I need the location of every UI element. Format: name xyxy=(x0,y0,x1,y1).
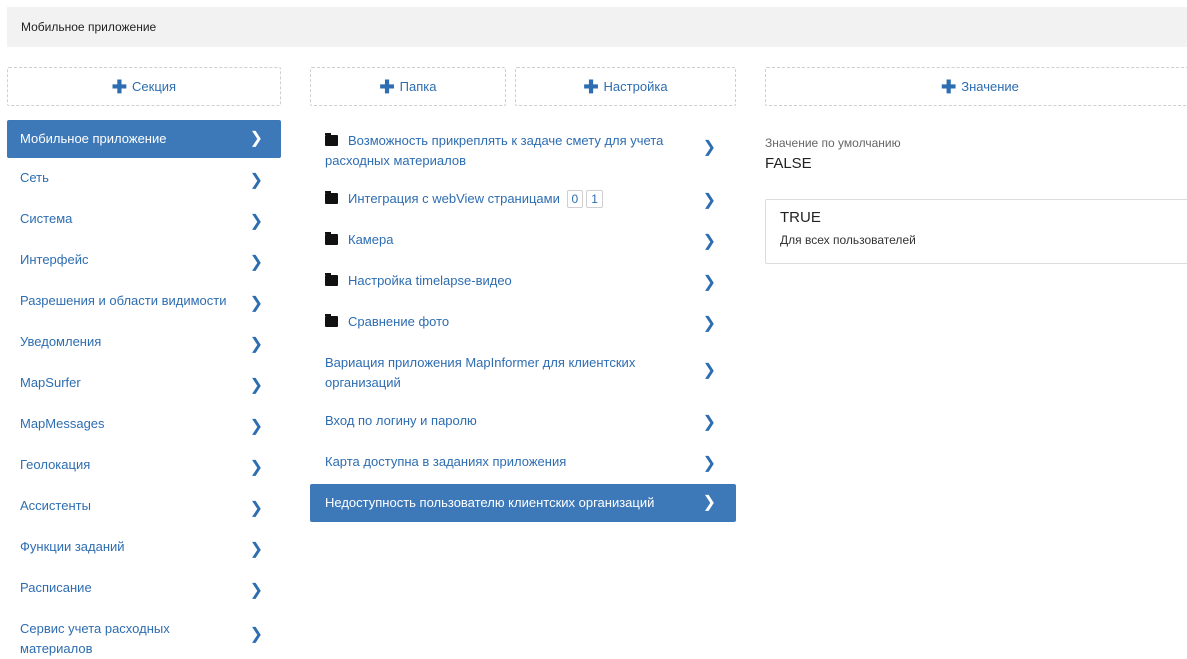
section-item[interactable]: Функции заданий ❯ xyxy=(7,527,281,568)
chevron-right-icon: ❯ xyxy=(249,376,263,394)
value-text: TRUE xyxy=(780,209,821,226)
add-folder-button[interactable]: ✚ Папка xyxy=(310,67,506,106)
folder-icon xyxy=(325,314,338,327)
setting-label: Недоступность пользователю клиентских ор… xyxy=(325,495,655,510)
chevron-right-icon: ❯ xyxy=(702,191,716,209)
folder-icon xyxy=(325,191,338,204)
section-label: Геолокация xyxy=(20,457,91,472)
chevron-right-icon: ❯ xyxy=(249,499,263,517)
settings-list: Возможность прикреплять к задаче смету д… xyxy=(310,120,736,522)
section-item[interactable]: Система ❯ xyxy=(7,199,281,240)
folder-item[interactable]: Настройка timelapse-видео ❯ xyxy=(310,262,736,303)
section-label: Интерфейс xyxy=(20,252,89,267)
section-item[interactable]: Мобильное приложение ❯ xyxy=(7,120,281,158)
add-section-label: Секция xyxy=(132,79,177,94)
folder-label: Настройка timelapse-видео xyxy=(348,273,512,288)
count-badge: 0 xyxy=(566,190,584,208)
add-value-label: Значение xyxy=(961,79,1019,94)
plus-icon: ✚ xyxy=(941,76,957,97)
folder-item[interactable]: Возможность прикреплять к задаче смету д… xyxy=(310,120,736,180)
section-label: MapSurfer xyxy=(20,375,81,390)
chevron-right-icon: ❯ xyxy=(702,362,716,379)
chevron-right-icon: ❯ xyxy=(249,294,263,312)
default-value-label: Значение по умолчанию xyxy=(765,136,901,150)
folder-item[interactable]: Сравнение фото ❯ xyxy=(310,303,736,344)
chevron-right-icon: ❯ xyxy=(249,417,263,435)
chevron-right-icon: ❯ xyxy=(702,314,716,332)
chevron-right-icon: ❯ xyxy=(249,458,263,476)
section-label: Сервис учета расходных материалов xyxy=(20,621,170,656)
setting-item[interactable]: Вариация приложения MapInformer для клие… xyxy=(310,344,736,402)
chevron-right-icon: ❯ xyxy=(702,273,716,291)
breadcrumb-title: Мобильное приложение xyxy=(21,20,157,34)
sections-list: Мобильное приложение ❯ Сеть ❯ Система ❯ … xyxy=(7,120,281,659)
folder-label: Камера xyxy=(348,232,394,247)
section-label: Система xyxy=(20,211,73,226)
value-scope: Для всех пользователей xyxy=(780,233,916,247)
chevron-right-icon: ❯ xyxy=(249,626,263,643)
plus-icon: ✚ xyxy=(379,76,395,97)
chevron-right-icon: ❯ xyxy=(702,454,716,472)
section-label: Функции заданий xyxy=(20,539,125,554)
folder-label: Сравнение фото xyxy=(348,314,450,329)
setting-item[interactable]: Вход по логину и паролю ❯ xyxy=(310,402,736,443)
chevron-right-icon: ❯ xyxy=(249,335,263,353)
count-badge: 1 xyxy=(586,190,603,208)
section-label: Уведомления xyxy=(20,334,102,349)
chevron-right-icon: ❯ xyxy=(702,232,716,250)
section-label: Расписание xyxy=(20,580,92,595)
setting-label: Вход по логину и паролю xyxy=(325,413,477,428)
section-item[interactable]: Сеть ❯ xyxy=(7,158,281,199)
folder-icon xyxy=(325,232,338,245)
section-label: Разрешения и области видимости xyxy=(20,293,227,308)
add-setting-label: Настройка xyxy=(603,79,668,94)
chevron-right-icon: ❯ xyxy=(249,171,263,189)
add-value-button[interactable]: ✚ Значение xyxy=(765,67,1187,106)
chevron-right-icon: ❯ xyxy=(249,581,263,599)
plus-icon: ✚ xyxy=(583,76,599,97)
section-label: Ассистенты xyxy=(20,498,91,513)
folder-label: Возможность прикреплять к задаче смету д… xyxy=(325,133,664,168)
section-item[interactable]: Расписание ❯ xyxy=(7,568,281,609)
folder-item[interactable]: Интеграция с webView страницами 01 ❯ xyxy=(310,180,736,221)
chevron-right-icon: ❯ xyxy=(249,212,263,230)
section-label: Мобильное приложение xyxy=(20,131,167,146)
add-setting-button[interactable]: ✚ Настройка xyxy=(515,67,736,106)
chevron-right-icon: ❯ xyxy=(249,130,263,147)
folder-icon xyxy=(325,133,338,146)
section-item[interactable]: Интерфейс ❯ xyxy=(7,240,281,281)
chevron-right-icon: ❯ xyxy=(249,253,263,271)
chevron-right-icon: ❯ xyxy=(702,139,716,156)
folder-label: Интеграция с webView страницами xyxy=(348,191,560,206)
setting-label: Карта доступна в заданиях приложения xyxy=(325,454,567,469)
folder-item[interactable]: Камера ❯ xyxy=(310,221,736,262)
plus-icon: ✚ xyxy=(111,76,128,97)
section-item[interactable]: Геолокация ❯ xyxy=(7,445,281,486)
section-label: Сеть xyxy=(20,170,49,185)
section-item[interactable]: Ассистенты ❯ xyxy=(7,486,281,527)
value-card[interactable]: TRUE Для всех пользователей xyxy=(765,199,1187,264)
section-item[interactable]: MapSurfer ❯ xyxy=(7,363,281,404)
breadcrumb: Мобильное приложение xyxy=(7,7,1187,47)
add-section-button[interactable]: ✚ Секция xyxy=(7,67,281,106)
setting-item[interactable]: Карта доступна в заданиях приложения ❯ xyxy=(310,443,736,484)
folder-icon xyxy=(325,273,338,286)
chevron-right-icon: ❯ xyxy=(702,413,716,431)
section-item[interactable]: Уведомления ❯ xyxy=(7,322,281,363)
setting-label: Вариация приложения MapInformer для клие… xyxy=(325,355,636,390)
section-item[interactable]: MapMessages ❯ xyxy=(7,404,281,445)
add-folder-label: Папка xyxy=(399,79,437,94)
default-value: FALSE xyxy=(765,155,812,172)
chevron-right-icon: ❯ xyxy=(249,540,263,558)
section-label: MapMessages xyxy=(20,416,105,431)
setting-item[interactable]: Недоступность пользователю клиентских ор… xyxy=(310,484,736,522)
section-item[interactable]: Разрешения и области видимости ❯ xyxy=(7,281,281,322)
chevron-right-icon: ❯ xyxy=(702,494,716,511)
